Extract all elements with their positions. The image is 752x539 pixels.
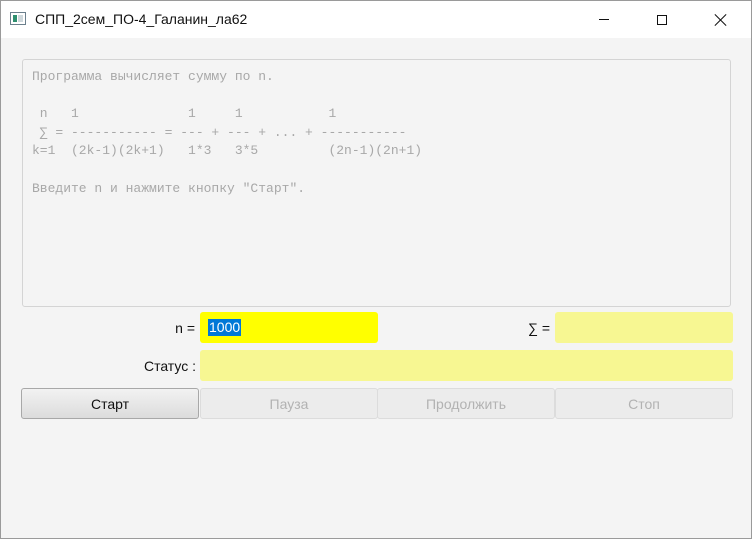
n-input[interactable]: 1000 [200, 312, 378, 343]
continue-button[interactable]: Продолжить [377, 388, 555, 419]
pause-button[interactable]: Пауза [200, 388, 378, 419]
status-label: Статус : [143, 358, 196, 374]
maximize-button[interactable] [633, 1, 691, 38]
minimize-icon [599, 19, 609, 20]
sum-result-field[interactable] [555, 312, 733, 343]
maximize-icon [657, 14, 667, 25]
output-text-area[interactable]: Программа вычисляет сумму по n. n 1 1 1 … [22, 59, 731, 307]
window-title: СПП_2сем_ПО-4_Галанин_ла62 [35, 11, 248, 27]
status-field[interactable] [200, 350, 733, 381]
n-input-value: 1000 [208, 319, 242, 336]
sum-label: ∑ = [527, 320, 550, 336]
app-icon [10, 12, 26, 25]
output-text: Программа вычисляет сумму по n. n 1 1 1 … [32, 69, 423, 196]
title-bar[interactable]: СПП_2сем_ПО-4_Галанин_ла62 [1, 1, 751, 38]
close-icon [715, 14, 727, 26]
n-label: n = [175, 320, 195, 336]
app-window: СПП_2сем_ПО-4_Галанин_ла62 Программа выч… [0, 0, 752, 539]
start-button[interactable]: Старт [21, 388, 199, 419]
minimize-button[interactable] [575, 1, 633, 38]
close-button[interactable] [692, 1, 750, 38]
stop-button[interactable]: Стоп [555, 388, 733, 419]
